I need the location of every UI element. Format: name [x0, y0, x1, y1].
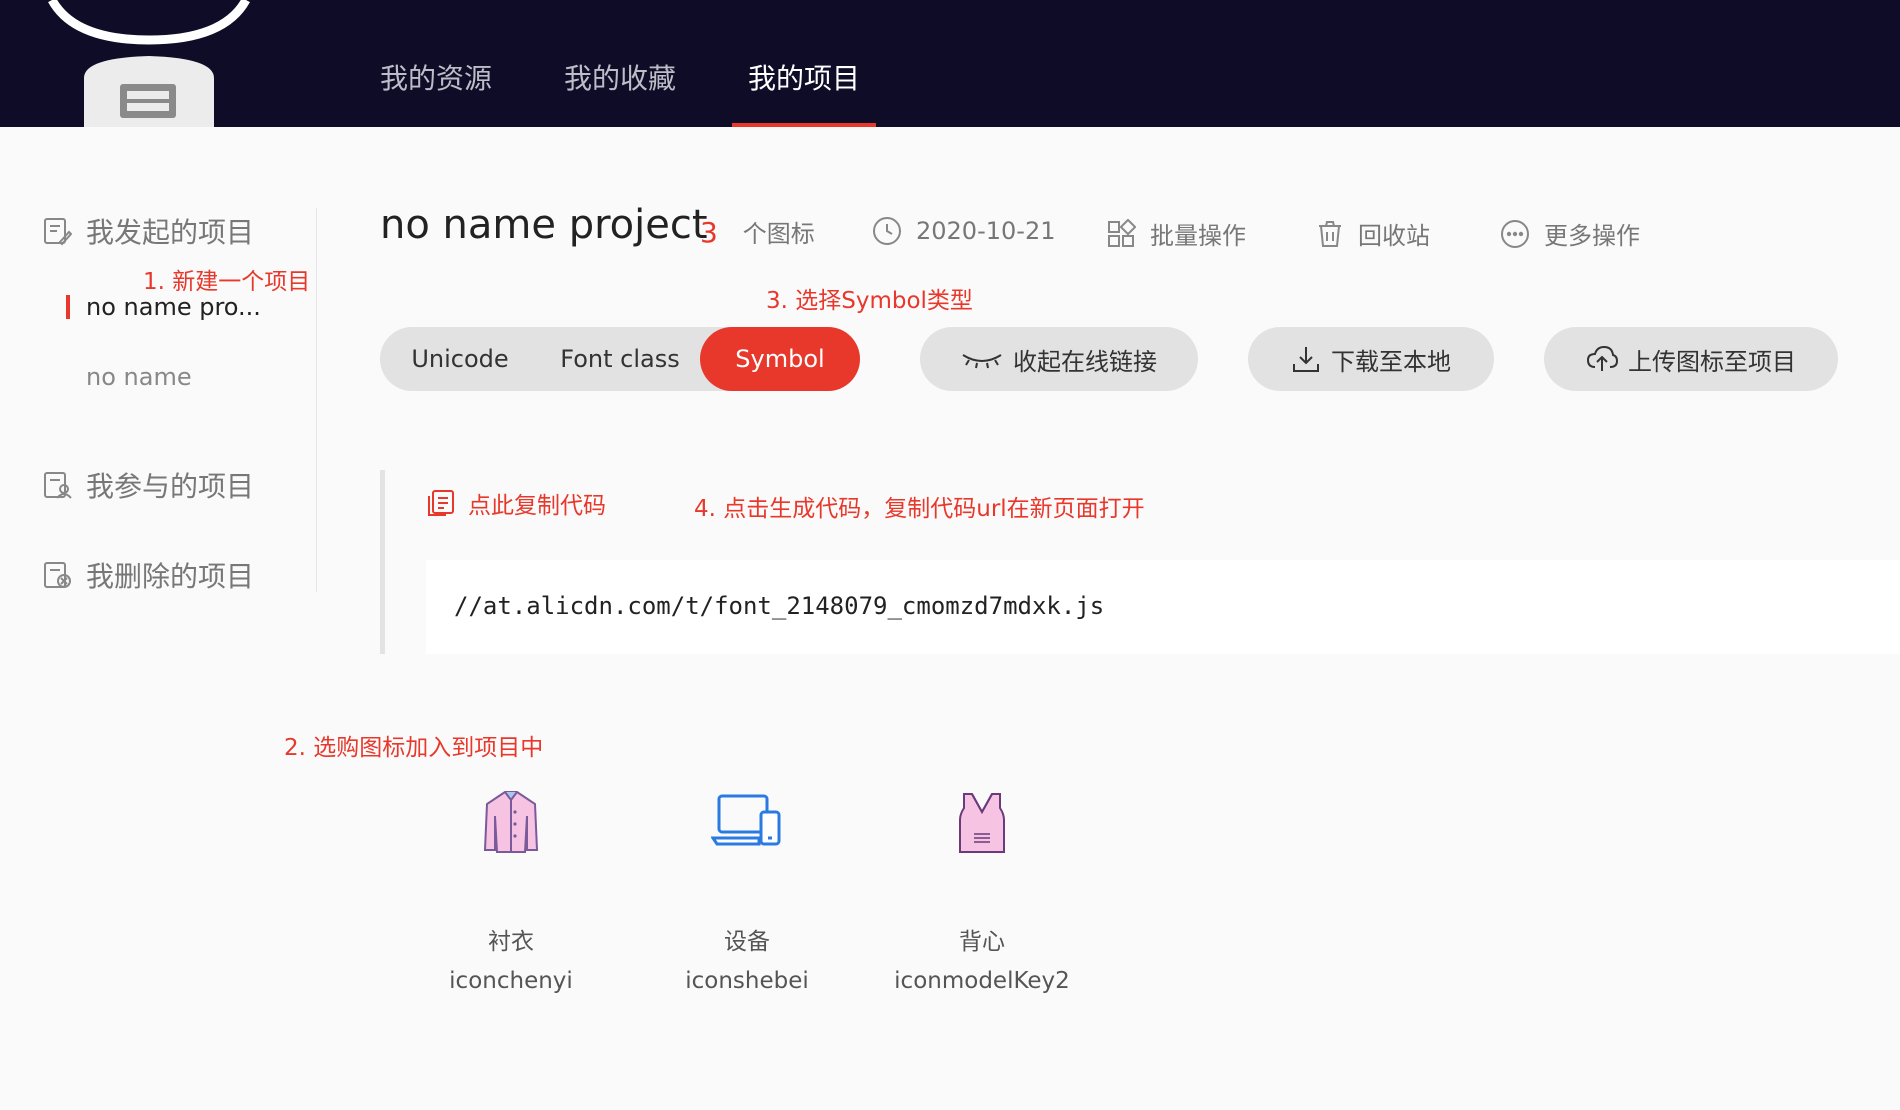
nav-my-projects[interactable]: 我的项目: [748, 57, 860, 97]
icon-count-unit: 个图标: [742, 220, 815, 248]
recycle-bin-label: 回收站: [1358, 222, 1430, 250]
grid-icon: [1108, 218, 1136, 247]
eye-closed-icon: [962, 354, 1002, 369]
icon-name: 衬衣: [488, 929, 534, 955]
type-unicode-tab[interactable]: Unicode: [380, 327, 540, 391]
project-date-text: 2020-10-21: [916, 217, 1056, 245]
more-operations-label: 更多操作: [1544, 222, 1640, 250]
annotation-step4: 4. 点击生成代码，复制代码url在新页面打开: [694, 496, 1145, 522]
project-user-icon: [44, 472, 72, 499]
code-url-text: //at.alicdn.com/t/font_2148079_cmomzd7md…: [454, 592, 1105, 620]
batch-operation-button[interactable]: 批量操作: [1106, 216, 1246, 251]
upload-icon-button[interactable]: 上传图标至项目: [1544, 327, 1838, 391]
code-url-box[interactable]: //at.alicdn.com/t/font_2148079_cmomzd7md…: [426, 560, 1900, 654]
more-icon: [1501, 219, 1529, 248]
copy-code-button[interactable]: 点此复制代码: [426, 486, 606, 520]
recycle-bin-button[interactable]: 回收站: [1316, 216, 1430, 251]
icon-count-value: 3: [700, 216, 718, 249]
nav-my-resources[interactable]: 我的资源: [380, 57, 492, 97]
sidebar-group-label: 我参与的项目: [86, 470, 255, 503]
icon-card-shebei[interactable]: 设备 iconshebei: [657, 790, 837, 994]
shirt-icon: [483, 791, 539, 853]
icon-card-modelkey2[interactable]: 背心 iconmodelKey2: [892, 790, 1072, 994]
project-delete-icon: [44, 562, 71, 588]
sidebar-group-created[interactable]: 我发起的项目: [42, 211, 254, 251]
sidebar-group-joined[interactable]: 我参与的项目: [42, 465, 254, 505]
copy-code-label: 点此复制代码: [468, 493, 606, 519]
sidebar-group-deleted[interactable]: 我删除的项目: [42, 555, 254, 595]
project-edit-icon: [44, 218, 72, 246]
more-operations-button[interactable]: 更多操作: [1500, 216, 1640, 251]
sidebar-group-label: 我发起的项目: [86, 216, 255, 249]
clock-icon: [873, 217, 901, 245]
sidebar-project-no-name-project[interactable]: no name pro...: [86, 293, 261, 321]
sidebar-project-no-name[interactable]: no name: [86, 363, 192, 391]
annotation-step2: 2. 选购图标加入到项目中: [284, 735, 544, 761]
icon-code: iconshebei: [685, 968, 809, 994]
nav-active-indicator: [732, 123, 876, 127]
nav-my-favorites[interactable]: 我的收藏: [564, 57, 676, 97]
sidebar-group-label: 我删除的项目: [86, 560, 255, 593]
annotation-step3: 3. 选择Symbol类型: [766, 288, 973, 314]
font-type-switch: Unicode Font class Symbol: [380, 327, 860, 391]
type-symbol-tab[interactable]: Symbol: [700, 327, 860, 391]
trash-icon: [1319, 220, 1341, 247]
icon-card-chenyi[interactable]: 衬衣 iconchenyi: [421, 790, 601, 994]
mascot-logo-icon: [48, 0, 250, 127]
icon-count: 3 个图标: [700, 214, 815, 249]
cloud-upload-icon: [1586, 345, 1618, 371]
sidebar-divider: [316, 208, 317, 592]
code-panel-border: [380, 470, 385, 654]
annotation-step1: 1. 新建一个项目: [143, 269, 311, 295]
upload-label: 上传图标至项目: [1628, 347, 1796, 376]
icon-code: iconchenyi: [449, 968, 573, 994]
icon-name: 背心: [959, 929, 1005, 955]
icon-name: 设备: [724, 929, 770, 955]
top-navbar: 我的资源 我的收藏 我的项目: [0, 0, 1900, 127]
collapse-link-label: 收起在线链接: [1013, 347, 1157, 376]
device-icon: [711, 794, 781, 846]
sidebar-active-marker: [66, 295, 70, 319]
batch-operation-label: 批量操作: [1150, 222, 1246, 250]
collapse-link-button[interactable]: 收起在线链接: [920, 327, 1198, 391]
vest-icon: [959, 793, 1005, 853]
download-label: 下载至本地: [1331, 347, 1451, 376]
project-date: 2020-10-21: [872, 216, 1055, 246]
download-icon: [1293, 347, 1319, 372]
type-fontclass-tab[interactable]: Font class: [540, 327, 700, 391]
project-title: no name project: [380, 202, 708, 248]
copy-icon: [428, 490, 454, 516]
download-local-button[interactable]: 下载至本地: [1248, 327, 1494, 391]
icon-code: iconmodelKey2: [894, 968, 1070, 994]
